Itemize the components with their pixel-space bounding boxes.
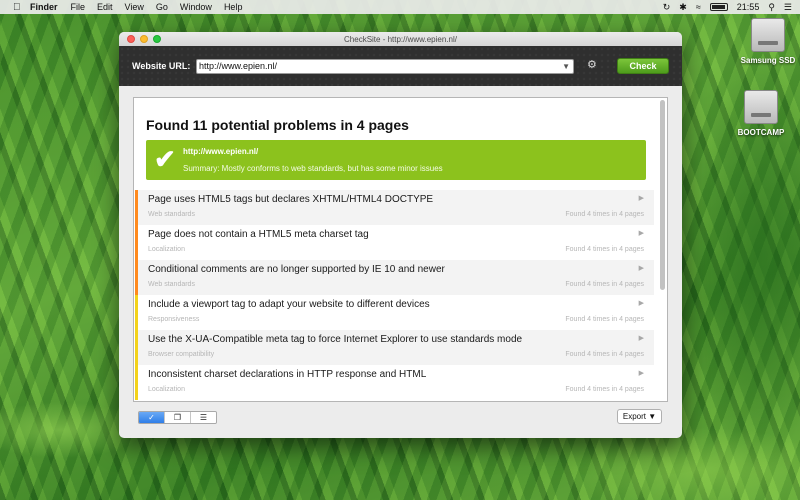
- issue-list: Page uses HTML5 tags but declares XHTML/…: [135, 190, 654, 400]
- checkmark-icon: ✔: [154, 144, 176, 174]
- menu-help[interactable]: Help: [224, 2, 243, 12]
- results-heading: Found 11 potential problems in 4 pages: [146, 117, 409, 133]
- view-mode-segmented-control: ✓ ❐ ☰: [138, 411, 217, 424]
- checkmark-view-icon[interactable]: ✓: [139, 412, 165, 423]
- disclosure-arrow-icon[interactable]: ▶: [639, 369, 644, 377]
- desktop-drive-bootcamp[interactable]: BOOTCAMP: [721, 90, 800, 137]
- issue-title: Page uses HTML5 tags but declares XHTML/…: [148, 194, 434, 205]
- issue-row[interactable]: Inconsistent charset declarations in HTT…: [135, 365, 654, 400]
- issue-category: Localization: [148, 246, 185, 253]
- summary-box: ✔ http://www.epien.nl/ Summary: Mostly c…: [146, 140, 646, 180]
- wifi-icon[interactable]: ≈: [696, 2, 701, 12]
- issue-title: Use the X-UA-Compatible meta tag to forc…: [148, 334, 523, 345]
- issue-count: Found 4 times in 4 pages: [565, 211, 644, 218]
- issue-count: Found 4 times in 4 pages: [565, 316, 644, 323]
- issue-category: Browser compatibility: [148, 351, 215, 358]
- battery-icon[interactable]: [709, 3, 728, 11]
- list-view-icon[interactable]: ☰: [191, 412, 216, 423]
- spotlight-icon[interactable]: ⚲: [768, 2, 775, 13]
- clock[interactable]: 21:55: [737, 2, 760, 12]
- issue-row[interactable]: Page uses HTML5 tags but declares XHTML/…: [135, 190, 654, 225]
- issue-title: Include a viewport tag to adapt your web…: [148, 299, 430, 310]
- menu-go[interactable]: Go: [156, 2, 168, 12]
- issue-title: Conditional comments are no longer suppo…: [148, 264, 445, 275]
- gear-icon[interactable]: ⚙: [587, 58, 597, 71]
- issue-count: Found 4 times in 4 pages: [565, 281, 644, 288]
- issue-count: Found 4 times in 4 pages: [565, 246, 644, 253]
- issue-row[interactable]: Use the X-UA-Compatible meta tag to forc…: [135, 330, 654, 365]
- notification-center-icon[interactable]: ☰: [784, 2, 792, 13]
- summary-url[interactable]: http://www.epien.nl/: [183, 147, 258, 156]
- pages-view-icon[interactable]: ❐: [165, 412, 191, 423]
- check-button[interactable]: Check: [617, 58, 669, 74]
- issue-row[interactable]: Include a viewport tag to adapt your web…: [135, 295, 654, 330]
- title-bar[interactable]: CheckSite - http://www.epien.nl/: [119, 32, 682, 46]
- disclosure-arrow-icon[interactable]: ▶: [639, 264, 644, 272]
- issue-category: Localization: [148, 386, 185, 393]
- hard-drive-icon: [751, 18, 785, 52]
- url-value: http://www.epien.nl/: [199, 61, 278, 71]
- issue-count: Found 4 times in 4 pages: [565, 386, 644, 393]
- issue-category: Responsiveness: [148, 316, 200, 323]
- issue-title: Page does not contain a HTML5 meta chars…: [148, 229, 369, 240]
- menu-view[interactable]: View: [125, 2, 144, 12]
- results-panel: Found 11 potential problems in 4 pages ✔…: [133, 97, 668, 402]
- window-title: CheckSite - http://www.epien.nl/: [344, 34, 457, 44]
- menu-window[interactable]: Window: [180, 2, 212, 12]
- summary-text: Summary: Mostly conforms to web standard…: [183, 164, 443, 173]
- export-button[interactable]: Export ▼: [617, 409, 662, 424]
- disclosure-arrow-icon[interactable]: ▶: [639, 194, 644, 202]
- menu-edit[interactable]: Edit: [97, 2, 113, 12]
- toolbar: Website URL: http://www.epien.nl/ ▼ ⚙ Ch…: [119, 46, 682, 86]
- website-url-input[interactable]: http://www.epien.nl/ ▼: [196, 59, 574, 74]
- menu-file[interactable]: File: [71, 2, 86, 12]
- dropdown-arrow-icon[interactable]: ▼: [562, 60, 570, 73]
- issue-count: Found 4 times in 4 pages: [565, 351, 644, 358]
- issue-row[interactable]: Page does not contain a HTML5 meta chars…: [135, 225, 654, 260]
- checksite-window: CheckSite - http://www.epien.nl/ Website…: [119, 32, 682, 438]
- disclosure-arrow-icon[interactable]: ▶: [639, 229, 644, 237]
- issue-row[interactable]: Conditional comments are no longer suppo…: [135, 260, 654, 295]
- issue-title: Inconsistent charset declarations in HTT…: [148, 369, 427, 380]
- menu-bar:  Finder File Edit View Go Window Help ↻…: [0, 0, 800, 14]
- issue-category: Web standards: [148, 211, 195, 218]
- hard-drive-icon: [744, 90, 778, 124]
- issue-category: Web standards: [148, 281, 195, 288]
- scrollbar[interactable]: [660, 100, 665, 290]
- bluetooth-icon[interactable]: ✱: [679, 2, 687, 13]
- drive-label: Samsung SSD: [740, 56, 796, 65]
- disclosure-arrow-icon[interactable]: ▶: [639, 334, 644, 342]
- desktop-drive-samsung-ssd[interactable]: Samsung SSD: [728, 18, 800, 65]
- disclosure-arrow-icon[interactable]: ▶: [639, 299, 644, 307]
- website-url-label: Website URL:: [132, 61, 191, 71]
- drive-label: BOOTCAMP: [737, 128, 785, 137]
- time-machine-icon[interactable]: ↻: [663, 2, 671, 13]
- apple-icon[interactable]: : [13, 2, 23, 13]
- status-area: ↻ ✱ ≈ 21:55 ⚲ ☰: [663, 0, 792, 14]
- menu-app-finder[interactable]: Finder: [30, 2, 58, 12]
